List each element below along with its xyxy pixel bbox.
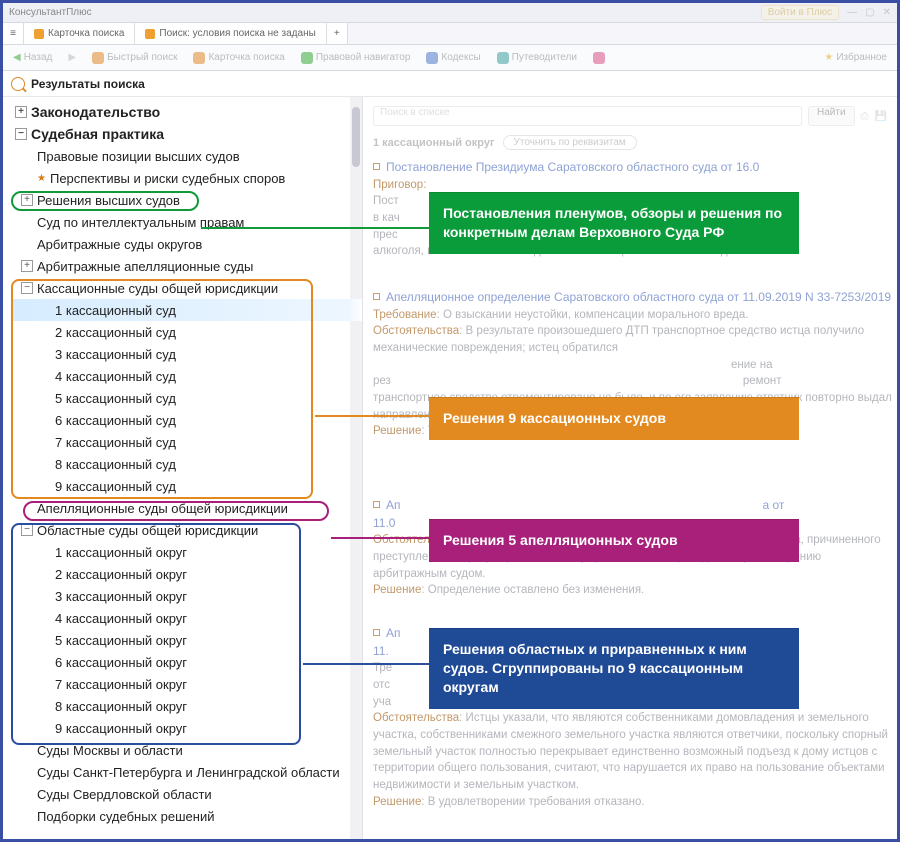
guide-button[interactable]: Путеводители	[493, 50, 581, 66]
tab-search[interactable]: Поиск: условия поиска не заданы	[135, 23, 326, 44]
tree-legislation[interactable]: +Законодательство	[11, 101, 362, 123]
main-toolbar: ◀Назад ▶ Быстрый поиск Карточка поиска П…	[3, 45, 897, 71]
tree-kass-4[interactable]: 4 кассационный суд	[11, 365, 362, 387]
refine-button[interactable]: Уточнить по реквизитам	[503, 135, 637, 150]
window-titlebar: КонсультантПлюс Войти в Плюс — ▢ ✕	[3, 3, 897, 23]
tree-kass-8[interactable]: 8 кассационный суд	[11, 453, 362, 475]
tree-okrug-5[interactable]: 5 кассационный округ	[11, 629, 362, 651]
back-button[interactable]: ◀Назад	[9, 50, 56, 65]
tree-kass-3[interactable]: 3 кассационный суд	[11, 343, 362, 365]
min-icon[interactable]: —	[847, 7, 857, 18]
collapse-icon[interactable]: −	[21, 282, 33, 294]
document-tabs: ≡ Карточка поиска Поиск: условия поиска …	[3, 23, 897, 45]
inline-search-input[interactable]: Поиск в списке	[373, 106, 802, 126]
callout-high-courts: Постановления пленумов, обзоры и решения…	[429, 192, 799, 254]
favorites-button[interactable]: ★Избранное	[820, 50, 891, 65]
tree-kass-1[interactable]: 1 кассационный суд	[11, 299, 362, 321]
tree-okrug-7[interactable]: 7 кассационный округ	[11, 673, 362, 695]
callout-kassation: Решения 9 кассационных судов	[429, 397, 799, 440]
tree-okrug-8[interactable]: 8 кассационный округ	[11, 695, 362, 717]
tree-okrug-4[interactable]: 4 кассационный округ	[11, 607, 362, 629]
tree-okrug-6[interactable]: 6 кассационный округ	[11, 651, 362, 673]
tree-oblast[interactable]: −Областные суды общей юрисдикции	[11, 519, 362, 541]
tree-kass-7[interactable]: 7 кассационный суд	[11, 431, 362, 453]
tree-ip-court[interactable]: Суд по интеллектуальным правам	[11, 211, 362, 233]
tree-collections[interactable]: Подборки судебных решений	[11, 805, 362, 827]
star-icon: ★	[37, 173, 46, 184]
app-name: КонсультантПлюс	[9, 7, 92, 18]
collapse-icon[interactable]: −	[21, 524, 33, 536]
tree-kass-6[interactable]: 6 кассационный суд	[11, 409, 362, 431]
codex-button[interactable]: Кодексы	[422, 50, 484, 66]
doc-icon	[373, 501, 380, 508]
tree-spb[interactable]: Суды Санкт-Петербурга и Ленинградской об…	[11, 761, 362, 783]
doc-icon	[373, 163, 380, 170]
inline-search: Поиск в списке Найти ⎙ 💾	[373, 103, 887, 129]
tree-appeal-general[interactable]: Апелляционные суды общей юрисдикции	[11, 497, 362, 519]
tree-okrug-1[interactable]: 1 кассационный округ	[11, 541, 362, 563]
tab-search-card[interactable]: Карточка поиска	[24, 23, 135, 44]
quick-search-button[interactable]: Быстрый поиск	[88, 50, 181, 66]
inline-search-button[interactable]: Найти	[808, 106, 855, 126]
close-icon[interactable]: ✕	[883, 7, 891, 18]
tree-panel: +Законодательство −Судебная практика Пра…	[3, 97, 363, 839]
doc-icon	[373, 293, 380, 300]
new-tab-button[interactable]: +	[327, 23, 348, 44]
tree-kass-2[interactable]: 2 кассационный суд	[11, 321, 362, 343]
expand-icon[interactable]: +	[15, 106, 27, 118]
legal-navigator-button[interactable]: Правовой навигатор	[297, 50, 415, 66]
tree-okrug-2[interactable]: 2 кассационный округ	[11, 563, 362, 585]
save-icon[interactable]: 💾	[875, 111, 887, 122]
login-button[interactable]: Войти в Плюс	[761, 5, 839, 20]
tree-okrug-3[interactable]: 3 кассационный округ	[11, 585, 362, 607]
tree-okrug-9[interactable]: 9 кассационный округ	[11, 717, 362, 739]
callout-oblast: Решения областных и приравненных к ним с…	[429, 628, 799, 709]
tree-risks[interactable]: ★Перспективы и риски судебных споров	[11, 167, 362, 189]
breadcrumb: 1 кассационный округ Уточнить по реквизи…	[373, 135, 887, 150]
print-icon[interactable]: ⎙	[861, 111, 869, 122]
doc-icon	[373, 629, 380, 636]
tree-arb-okrug[interactable]: Арбитражные суды округов	[11, 233, 362, 255]
tree-kass-general[interactable]: −Кассационные суды общей юрисдикции	[11, 277, 362, 299]
expand-icon[interactable]: +	[21, 260, 33, 272]
toolbar-extra	[589, 50, 609, 66]
expand-icon[interactable]: +	[21, 194, 33, 206]
fwd-button[interactable]: ▶	[64, 50, 80, 65]
tree-judicial[interactable]: −Судебная практика	[11, 123, 362, 145]
search-card-button[interactable]: Карточка поиска	[189, 50, 288, 66]
max-icon[interactable]: ▢	[865, 7, 874, 18]
search-icon	[11, 77, 25, 91]
collapse-icon[interactable]: −	[15, 128, 27, 140]
tree-positions[interactable]: Правовые позиции высших судов	[11, 145, 362, 167]
tree-kass-5[interactable]: 5 кассационный суд	[11, 387, 362, 409]
results-header: Результаты поиска	[3, 71, 897, 97]
breadcrumb-current: 1 кассационный округ	[373, 137, 495, 149]
menu-button[interactable]: ≡	[3, 23, 24, 44]
tree-sverdlovsk[interactable]: Суды Свердловской области	[11, 783, 362, 805]
callout-appeal: Решения 5 апелляционных судов	[429, 519, 799, 562]
tree-high-courts[interactable]: +Решения высших судов	[11, 189, 362, 211]
tree-moscow[interactable]: Суды Москвы и области	[11, 739, 362, 761]
tree-arb-appeal[interactable]: +Арбитражные апелляционные суды	[11, 255, 362, 277]
tree-kass-9[interactable]: 9 кассационный суд	[11, 475, 362, 497]
